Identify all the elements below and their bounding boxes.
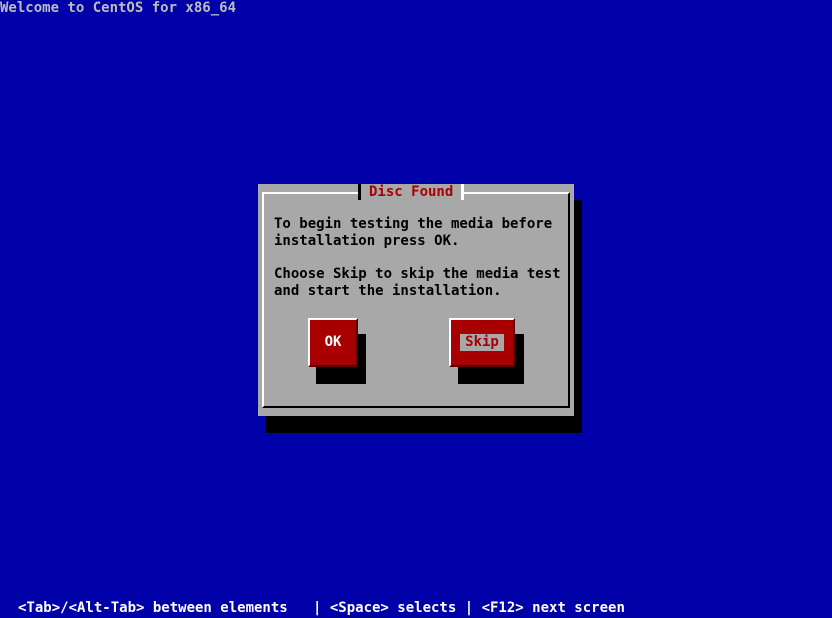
dialog-message-line: installation press OK. — [274, 233, 460, 249]
dialog-title-bar: Disc Found — [358, 184, 465, 200]
skip-button-label: Skip — [460, 334, 504, 351]
skip-button[interactable]: Skip — [449, 318, 515, 367]
title-cap-right — [461, 184, 465, 200]
dialog-title: Disc Found — [369, 184, 454, 200]
dialog-message-line: To begin testing the media before — [274, 216, 553, 232]
disc-found-dialog: Disc Found To begin testing the media be… — [258, 184, 574, 416]
dialog-message-line: Choose Skip to skip the media test — [274, 266, 561, 282]
dialog-message-line: and start the installation. — [274, 283, 502, 299]
screen-title: Welcome to CentOS for x86_64 — [0, 0, 237, 16]
ok-button[interactable]: OK — [308, 318, 358, 367]
ok-button-label: OK — [324, 334, 342, 350]
help-line: <Tab>/<Alt-Tab> between elements | <Spac… — [18, 600, 625, 616]
